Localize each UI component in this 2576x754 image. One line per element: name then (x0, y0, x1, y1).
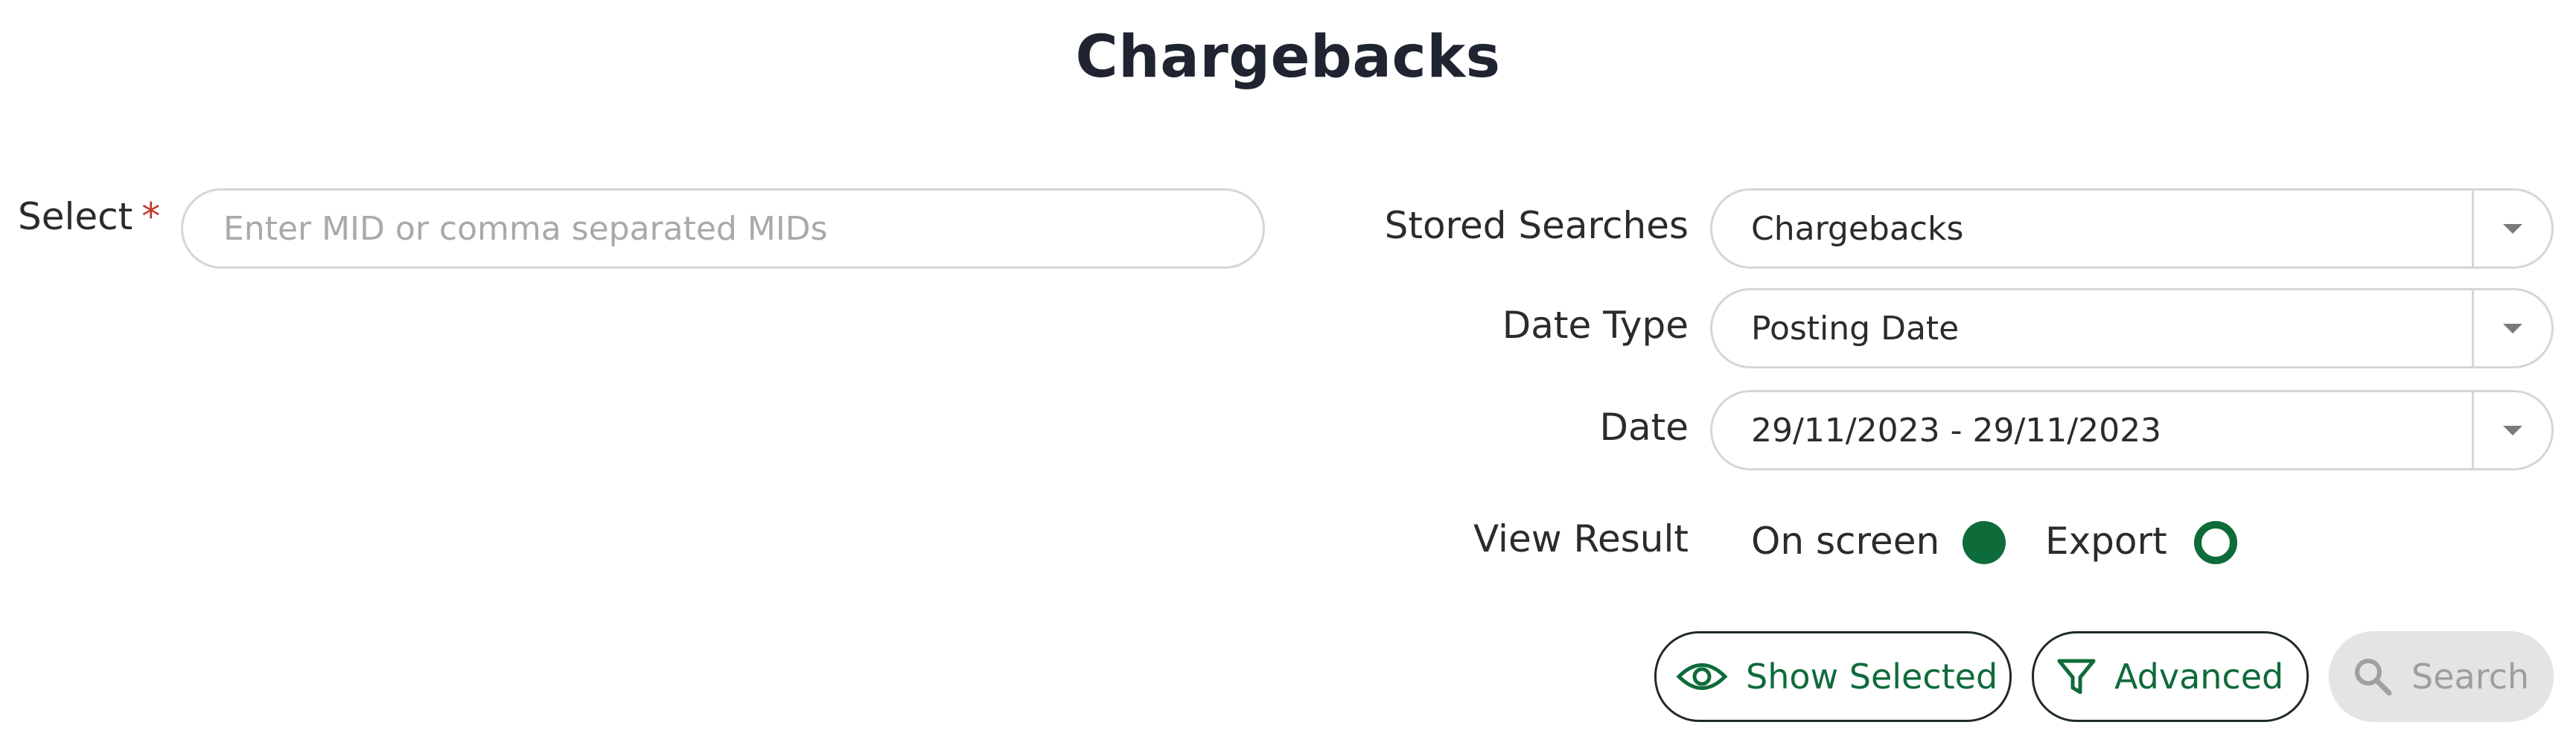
chevron-down-icon[interactable] (2474, 191, 2551, 266)
mid-input[interactable] (222, 191, 1233, 266)
radio-label-export[interactable]: Export (2045, 520, 2167, 563)
date-value: 29/11/2023 - 29/11/2023 (1751, 411, 2162, 450)
select-label-text: Select (18, 195, 133, 238)
required-mark: * (141, 195, 161, 238)
search-label: Search (2411, 656, 2530, 697)
stored-searches-label: Stored Searches (1384, 204, 1689, 247)
mid-input-field[interactable] (181, 188, 1265, 269)
date-type-value: Posting Date (1751, 309, 1960, 348)
chevron-down-icon[interactable] (2474, 290, 2551, 366)
date-type-select[interactable]: Posting Date (1710, 288, 2554, 368)
eye-icon (1676, 659, 1728, 694)
radio-on-screen[interactable] (1963, 521, 2006, 564)
advanced-label: Advanced (2114, 656, 2284, 697)
date-type-label: Date Type (1502, 304, 1689, 347)
view-result-label: View Result (1473, 517, 1689, 560)
stored-searches-select[interactable]: Chargebacks (1710, 188, 2554, 269)
show-selected-label: Show Selected (1746, 656, 1998, 697)
stored-searches-value: Chargebacks (1751, 209, 1964, 248)
chevron-down-icon[interactable] (2474, 392, 2551, 468)
page-title: Chargebacks (1075, 24, 1501, 91)
date-label: Date (1599, 406, 1689, 449)
radio-label-on-screen[interactable]: On screen (1751, 520, 1939, 563)
select-label: Select * (18, 195, 160, 238)
advanced-button[interactable]: Advanced (2032, 631, 2309, 722)
search-button[interactable]: Search (2329, 631, 2554, 722)
search-icon (2352, 656, 2394, 697)
show-selected-button[interactable]: Show Selected (1654, 631, 2012, 722)
filter-icon (2056, 656, 2097, 697)
radio-export[interactable] (2194, 521, 2237, 564)
date-select[interactable]: 29/11/2023 - 29/11/2023 (1710, 390, 2554, 470)
